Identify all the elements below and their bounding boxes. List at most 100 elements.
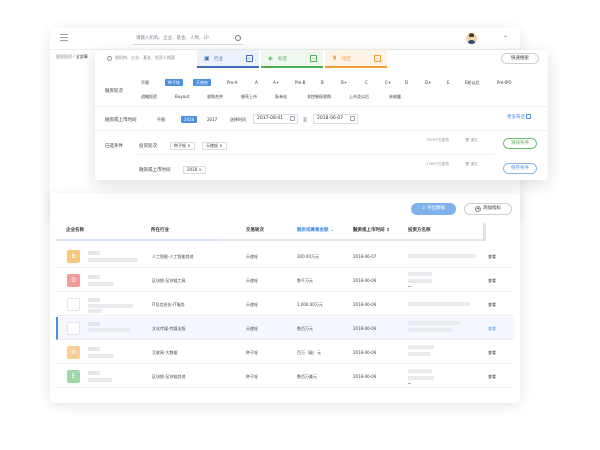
filter-search-input[interactable]: 搜机构、企业、基金、投资人搜索	[95, 50, 195, 68]
plus-circle-icon: +	[475, 206, 481, 212]
round-option[interactable]: E	[447, 79, 450, 86]
match-count: 7678个匹配项	[426, 138, 449, 142]
date-to-value: 2018-06-07	[317, 116, 344, 121]
quick-search-button[interactable]: 快速搜索	[501, 53, 539, 64]
calendar-icon	[290, 116, 295, 121]
global-search-input[interactable]: 请输入机构、企业、基金、人物、LP	[133, 34, 243, 45]
selected-tag[interactable]: 种子轮 ×	[170, 142, 195, 150]
category-industry[interactable]: ▣ 行业 ⌄	[197, 50, 259, 68]
chevron-down-icon[interactable]: ⌄	[503, 32, 508, 39]
investor-more-dash	[408, 286, 411, 287]
round-option[interactable]: 非控制权收购	[307, 93, 331, 100]
time-option[interactable]: 选择时间	[230, 116, 246, 123]
table-row[interactable]: D 区块链-区块链工具 天使轮 数千万元 2018-06-06 查看	[56, 269, 514, 292]
round-option[interactable]: Pre-B	[295, 79, 305, 86]
view-link[interactable]: 查看	[488, 254, 496, 260]
cell-round: 天使轮	[246, 254, 258, 259]
round-option[interactable]: 借壳上市	[241, 93, 257, 100]
header-round[interactable]: 交易轮次	[246, 227, 264, 233]
selected-label: 已选条件	[105, 144, 123, 149]
clear-link[interactable]: 🗑 清空	[465, 138, 478, 143]
round-option[interactable]: A+	[273, 79, 279, 86]
investor-placeholder	[408, 279, 432, 283]
time-option-active[interactable]: 2018	[181, 116, 197, 123]
round-option[interactable]: A	[255, 79, 258, 86]
view-link[interactable]: 查看	[488, 326, 496, 332]
sort-icon[interactable]: ⇕	[385, 228, 390, 233]
round-option[interactable]: 未披露	[389, 93, 401, 100]
more-filter-link[interactable]: 更多筛选	[507, 114, 531, 120]
header-date[interactable]: 融资或上市时间 ⇕	[353, 227, 390, 233]
search-icon[interactable]	[235, 35, 241, 41]
table-row-selected[interactable]: 文化传媒-传媒出版 天使轮 数百万元 2018-06-06 查看	[56, 317, 514, 340]
company-desc-placeholder	[88, 304, 133, 308]
header-amount[interactable]: 融资或募集金额 ⌄	[297, 227, 334, 233]
selected-tag[interactable]: 天使轮 ×	[202, 142, 227, 150]
view-link[interactable]: 查看	[488, 374, 496, 380]
header-industry[interactable]: 所在行业	[151, 227, 169, 233]
table-row[interactable]: IT及信息化-IT服务 天使轮 1,000.00万元 2018-06-06 查看	[56, 293, 514, 316]
round-option[interactable]: Pre-IPO	[497, 79, 512, 86]
date-from-input[interactable]: 2017-08-01	[253, 114, 298, 124]
chevron-down-icon[interactable]: ⌄	[246, 55, 253, 62]
investor-placeholder	[408, 254, 476, 258]
add-indicator-button[interactable]: + 添加指标	[464, 203, 512, 215]
round-option[interactable]: Pre-A	[227, 79, 237, 86]
round-option[interactable]: B	[321, 79, 324, 86]
round-option[interactable]: 战略投资	[141, 93, 157, 100]
table-row[interactable]: H 互联网-大数据 种子轮 百万（级）元 2018-06-06 查看	[56, 341, 514, 364]
view-link[interactable]: 查看	[488, 302, 496, 308]
breadcrumb-parent[interactable]: 股权投资	[56, 54, 72, 59]
chevron-down-icon[interactable]: ⌄	[310, 55, 317, 62]
selected-tag[interactable]: 2018 ×	[183, 166, 206, 174]
view-link[interactable]: 查看	[488, 278, 496, 284]
menu-icon[interactable]	[60, 34, 68, 42]
clear-link-label: 清空	[470, 138, 478, 142]
round-option[interactable]: B+	[341, 79, 347, 86]
cell-industry: 人工智能-人工智能其他	[152, 254, 194, 259]
round-option[interactable]: C+	[385, 79, 391, 86]
header-amount-label: 融资或募集金额	[297, 228, 329, 233]
company-logo: E	[67, 370, 80, 383]
header-company[interactable]: 企业名称	[66, 227, 84, 233]
cell-date: 2018-06-06	[353, 326, 377, 331]
header-investor[interactable]: 投资方名称	[408, 227, 431, 233]
company-name-placeholder	[88, 322, 100, 326]
round-option-active[interactable]: 天使轮	[193, 79, 211, 86]
cell-round: 天使轮	[246, 302, 258, 307]
round-option[interactable]: Buyout	[175, 93, 189, 100]
view-link[interactable]: 查看	[488, 350, 496, 356]
sort-desc-icon[interactable]: ⌄	[329, 228, 334, 233]
clear-link[interactable]: 🗑 清空	[465, 162, 478, 167]
date-to-input[interactable]: 2018-06-07	[313, 114, 358, 124]
category-tags[interactable]: ◈ 标签 ⌄	[261, 50, 323, 68]
round-option[interactable]: D+	[425, 79, 431, 86]
clear-conditions-button[interactable]: 清除条件	[503, 138, 537, 149]
time-option[interactable]: 不限	[157, 116, 165, 123]
round-option[interactable]: D	[405, 79, 408, 86]
cell-industry: 互联网-大数据	[152, 350, 178, 355]
round-option[interactable]: C	[365, 79, 368, 86]
horizontal-scroll-thumb[interactable]	[483, 223, 486, 241]
tag-icon: ◈	[268, 55, 273, 62]
export-data-button[interactable]: ⇪ 导出数据	[411, 203, 456, 215]
round-option[interactable]: 不限	[141, 79, 149, 86]
category-industry-label: 行业	[214, 57, 223, 62]
location-icon: ♜	[332, 55, 338, 62]
table-row[interactable]: E 区块链-区块链其他 种子轮 数百万美元 2018-06-06 查看	[56, 365, 514, 388]
investor-placeholder	[408, 352, 430, 356]
save-conditions-button[interactable]: 保存条件	[503, 163, 537, 174]
chevron-down-icon[interactable]: ⌄	[374, 55, 381, 62]
time-option[interactable]: 2017	[207, 116, 217, 123]
round-option[interactable]: 上市及以后	[349, 93, 369, 100]
category-region[interactable]: ♜ 地区 ⌄	[325, 50, 387, 68]
table-row[interactable]: B 人工智能-人工智能其他 天使轮 300.00万元 2018-06-07 查看	[56, 245, 514, 268]
top-bar: 请输入机构、企业、基金、人物、LP ⌄	[50, 28, 520, 50]
avatar[interactable]	[466, 33, 477, 44]
company-logo: H	[67, 346, 80, 359]
round-option-active[interactable]: 种子轮	[165, 79, 183, 86]
round-option[interactable]: 私有化	[275, 93, 287, 100]
round-option[interactable]: E轮以后	[465, 79, 480, 86]
investor-more-dash	[408, 383, 411, 384]
round-option[interactable]: 收购合并	[207, 93, 223, 100]
